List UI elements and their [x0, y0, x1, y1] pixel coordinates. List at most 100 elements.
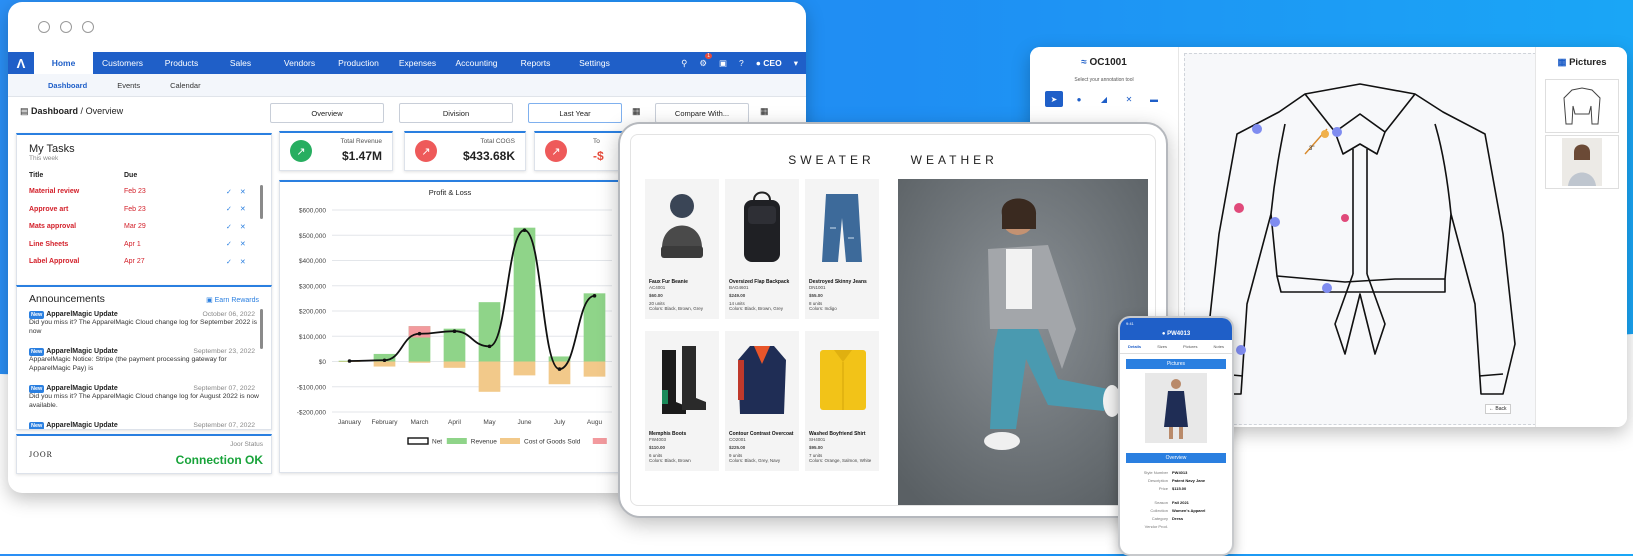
- annotation-pin[interactable]: [1332, 127, 1342, 137]
- field-row: Season Fall 2021: [1126, 499, 1226, 507]
- annotation-canvas[interactable]: 3" ← Back: [1184, 53, 1536, 425]
- y-tick-label: $400,000: [299, 258, 326, 265]
- annotation-pin[interactable]: [1252, 124, 1262, 134]
- task-title[interactable]: Material review: [29, 188, 124, 195]
- chevron-down-icon[interactable]: ▾: [794, 58, 798, 69]
- tasks-scrollbar[interactable]: [260, 185, 263, 219]
- nav-customers[interactable]: Customers: [93, 58, 152, 68]
- nav-home[interactable]: Home: [34, 52, 93, 74]
- user-menu[interactable]: ● CEO: [756, 58, 782, 68]
- task-title[interactable]: Mats approval: [29, 223, 124, 230]
- tab-pictures[interactable]: Pictures: [1183, 344, 1197, 349]
- check-icon[interactable]: ✓: [226, 205, 232, 213]
- product-price: $249.00: [729, 293, 746, 298]
- announcements-scrollbar[interactable]: [260, 309, 263, 349]
- product-card[interactable]: Memphis Boots FW4003 $110.00 6 units Col…: [645, 331, 719, 471]
- back-button[interactable]: ← Back: [1485, 404, 1511, 414]
- overview-select[interactable]: Overview: [270, 103, 384, 123]
- app-logo[interactable]: Λ: [8, 52, 34, 74]
- task-title[interactable]: Label Approval: [29, 258, 124, 265]
- delete-tool-icon[interactable]: ✕: [1120, 91, 1138, 107]
- product-photo[interactable]: [1145, 373, 1207, 443]
- nav-settings[interactable]: Settings: [565, 58, 624, 68]
- search-icon[interactable]: ⚲: [681, 58, 687, 69]
- product-card[interactable]: Washed Boyfriend Shirt SH4001 $95.00 7 u…: [805, 331, 879, 471]
- close-icon[interactable]: ✕: [240, 205, 246, 213]
- annotation-pin[interactable]: [1236, 345, 1246, 355]
- nav-expenses[interactable]: Expenses: [388, 58, 447, 68]
- window-zoom-dot[interactable]: [82, 21, 94, 33]
- announcement-title[interactable]: ApparelMagic Update: [46, 385, 118, 392]
- close-icon[interactable]: ✕: [240, 258, 246, 266]
- product-card[interactable]: Faux Fur Beanie AC4001 $60.00 20 units C…: [645, 179, 719, 319]
- check-icon[interactable]: ✓: [226, 223, 232, 231]
- subnav-calendar[interactable]: Calendar: [170, 81, 200, 90]
- announcement-item[interactable]: New ApparelMagic Update September 07, 20…: [29, 422, 259, 429]
- compare-calendar-icon[interactable]: ▦: [760, 106, 769, 117]
- tab-details[interactable]: Details: [1128, 344, 1141, 349]
- task-row[interactable]: Label Approval Apr 27 ✓ ✕: [29, 253, 271, 271]
- pictures-section-header[interactable]: Pictures: [1126, 359, 1226, 369]
- annotation-pin[interactable]: [1234, 203, 1244, 213]
- kpi-total-cogs[interactable]: ↗ Total COGS $433.68K: [404, 131, 526, 171]
- nav-sales[interactable]: Sales: [211, 58, 270, 68]
- announcement-date: September 07, 2022: [193, 385, 255, 392]
- help-icon[interactable]: ?: [739, 58, 744, 68]
- close-icon[interactable]: ✕: [240, 223, 246, 231]
- check-icon[interactable]: ✓: [226, 240, 232, 248]
- product-card[interactable]: Destroyed Skinny Jeans DN1001 $55.00 8 u…: [805, 179, 879, 319]
- notifications-icon[interactable]: ⚙ 1: [699, 52, 713, 69]
- kpi-total-revenue[interactable]: ↗ Total Revenue $1.47M: [279, 131, 393, 171]
- nav-products[interactable]: Products: [152, 58, 211, 68]
- announcement-item[interactable]: New ApparelMagic Update September 23, 20…: [29, 348, 259, 385]
- task-row[interactable]: Approve art Feb 23 ✓ ✕: [29, 201, 271, 219]
- model-thumbnail[interactable]: [1545, 135, 1619, 189]
- window-close-dot[interactable]: [38, 21, 50, 33]
- close-icon[interactable]: ✕: [240, 240, 246, 248]
- subnav-dashboard[interactable]: Dashboard: [48, 81, 87, 90]
- net-point: [417, 331, 422, 336]
- announcement-item[interactable]: New ApparelMagic Update September 07, 20…: [29, 385, 259, 422]
- task-title[interactable]: Line Sheets: [29, 241, 124, 248]
- tab-notes[interactable]: Notes: [1214, 344, 1224, 349]
- comment-tool-icon[interactable]: ●: [1070, 91, 1088, 107]
- check-icon[interactable]: ✓: [226, 258, 232, 266]
- close-icon[interactable]: ✕: [240, 188, 246, 196]
- annotation-pin[interactable]: [1322, 283, 1332, 293]
- nav-reports[interactable]: Reports: [506, 58, 565, 68]
- task-row[interactable]: Mats approval Mar 29 ✓ ✕: [29, 218, 271, 236]
- calendar-icon[interactable]: ▦: [632, 106, 641, 117]
- overview-section-header[interactable]: Overview: [1126, 453, 1226, 463]
- nav-vendors[interactable]: Vendors: [270, 58, 329, 68]
- division-select[interactable]: Division: [399, 103, 513, 123]
- breadcrumb-section[interactable]: Dashboard: [31, 106, 78, 116]
- announcement-title[interactable]: ApparelMagic Update: [46, 311, 118, 318]
- earn-rewards-link[interactable]: ▣ Earn Rewards: [206, 296, 259, 304]
- compare-select[interactable]: Compare With...: [655, 103, 749, 123]
- shirt-thumbnail[interactable]: [1545, 79, 1619, 133]
- nav-production[interactable]: Production: [329, 58, 388, 68]
- task-title[interactable]: Approve art: [29, 206, 124, 213]
- annotation-pin[interactable]: [1270, 217, 1280, 227]
- announcement-title[interactable]: ApparelMagic Update: [46, 422, 118, 429]
- nav-accounting[interactable]: Accounting: [447, 58, 506, 68]
- product-card[interactable]: Oversized Flap Backpack BAG4601 $249.00 …: [725, 179, 799, 319]
- period-select[interactable]: Last Year: [528, 103, 622, 123]
- announcement-item[interactable]: New ApparelMagic Update October 06, 2022…: [29, 311, 259, 348]
- task-row[interactable]: Line Sheets Apr 1 ✓ ✕: [29, 236, 271, 254]
- annotation-pin[interactable]: [1321, 130, 1329, 138]
- sub-nav: Dashboard Events Calendar: [8, 74, 806, 97]
- product-card[interactable]: Contour Contrast Overcoat CO2001 $225.00…: [725, 331, 799, 471]
- measure-tool-icon[interactable]: ◢: [1095, 91, 1113, 107]
- subnav-events[interactable]: Events: [117, 81, 140, 90]
- annotation-pin[interactable]: [1341, 214, 1349, 222]
- note-tool-icon[interactable]: ▬: [1145, 91, 1163, 107]
- pointer-tool-icon[interactable]: ➤: [1045, 91, 1063, 107]
- announcement-title[interactable]: ApparelMagic Update: [46, 348, 118, 355]
- tablet-device: SWEATER WEATHER Faux Fur Beanie AC4001 $6…: [618, 122, 1168, 518]
- tab-sizes[interactable]: Sizes: [1157, 344, 1167, 349]
- gift-icon[interactable]: ▣: [719, 58, 727, 69]
- window-minimize-dot[interactable]: [60, 21, 72, 33]
- check-icon[interactable]: ✓: [226, 188, 232, 196]
- task-row[interactable]: Material review Feb 23 ✓ ✕: [29, 183, 271, 201]
